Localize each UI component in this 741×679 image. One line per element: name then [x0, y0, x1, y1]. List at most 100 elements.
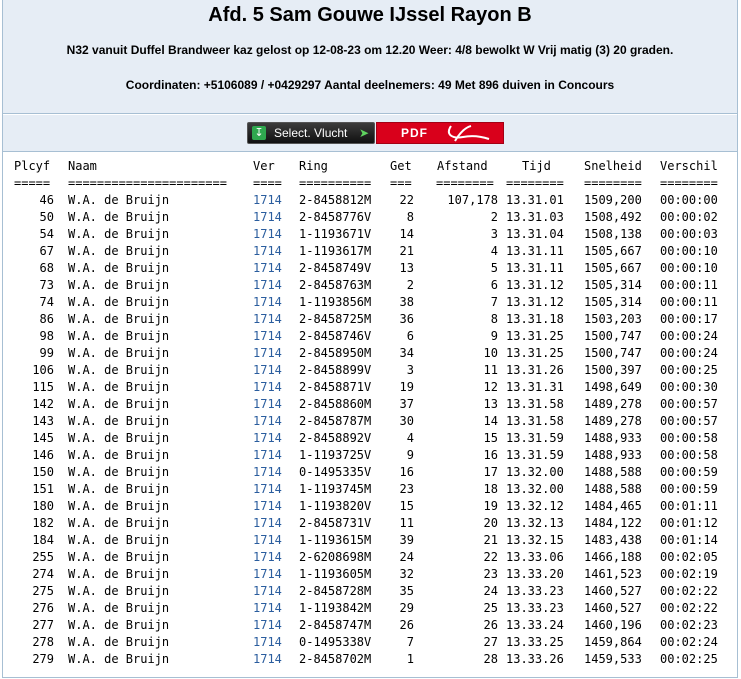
- cell-ver[interactable]: 1714: [253, 651, 282, 668]
- cell-snelheid: 1460,527: [584, 601, 642, 615]
- cell-ring: 1-1193856M: [299, 295, 372, 309]
- cell-tijd: 13.31.59: [506, 448, 564, 462]
- cell-ver[interactable]: 1714: [253, 413, 282, 430]
- cell-ver[interactable]: 1714: [253, 447, 282, 464]
- cell-ver[interactable]: 1714: [253, 464, 282, 481]
- cell-naam: W.A. de Bruijn: [68, 244, 170, 258]
- cell-ver[interactable]: 1714: [253, 328, 282, 345]
- cell-ver[interactable]: 1714: [253, 566, 282, 583]
- table-row: 150 W.A. de Bruijn 1714 0-1495335V 16 17 13.32…: [14, 464, 717, 481]
- cell-tijd: 13.31.04: [506, 227, 564, 241]
- cell-afstand: 26: [483, 618, 498, 632]
- toolbar: ↧ Select. Vlucht ➤ PDF: [3, 115, 737, 152]
- table-row: 182 W.A. de Bruijn 1714 2-8458731V 11 20 13.32…: [14, 515, 717, 532]
- cell-tijd: 13.31.26: [506, 363, 564, 377]
- cell-afstand: 10: [483, 346, 498, 360]
- cell-plcyf: 255: [32, 550, 54, 564]
- cell-tijd: 13.33.24: [506, 618, 564, 632]
- cell-afstand: 17: [483, 465, 498, 479]
- col-get: Get: [390, 159, 412, 173]
- cell-snelheid: 1460,527: [584, 584, 642, 598]
- cell-ver[interactable]: 1714: [253, 515, 282, 532]
- cell-ver[interactable]: 1714: [253, 617, 282, 634]
- cell-naam: W.A. de Bruijn: [68, 210, 170, 224]
- cell-afstand: 20: [483, 516, 498, 530]
- cell-afstand: 24: [483, 584, 498, 598]
- cell-verschil: 00:02:19: [660, 567, 718, 581]
- table-row: 98 W.A. de Bruijn 1714 2-8458746V 6 9 13.31.25…: [14, 328, 718, 345]
- cell-tijd: 13.31.11: [506, 244, 564, 258]
- cell-plcyf: 46: [39, 193, 54, 207]
- cell-ver[interactable]: 1714: [253, 362, 282, 379]
- cell-ver[interactable]: 1714: [253, 260, 282, 277]
- cell-plcyf: 99: [39, 346, 54, 360]
- table-row: 74 W.A. de Bruijn 1714 1-1193856M 38 7 13.31.1…: [14, 294, 718, 311]
- cell-plcyf: 50: [39, 210, 54, 224]
- table-row: 277 W.A. de Bruijn 1714 2-8458747M 26 26 13.33…: [14, 617, 717, 634]
- cell-naam: W.A. de Bruijn: [68, 499, 170, 513]
- cell-ver[interactable]: 1714: [253, 498, 282, 515]
- cell-ver[interactable]: 1714: [253, 226, 282, 243]
- cell-ver[interactable]: 1714: [253, 379, 282, 396]
- select-flight-button[interactable]: ↧ Select. Vlucht ➤: [247, 122, 375, 144]
- cell-afstand: 23: [483, 567, 498, 581]
- cell-tijd: 13.31.58: [506, 397, 564, 411]
- cell-afstand: 12: [483, 380, 498, 394]
- cell-naam: W.A. de Bruijn: [68, 584, 170, 598]
- cell-ver[interactable]: 1714: [253, 345, 282, 362]
- cell-ver[interactable]: 1714: [253, 311, 282, 328]
- cell-ver[interactable]: 1714: [253, 481, 282, 498]
- cell-plcyf: 145: [32, 431, 54, 445]
- table-row: 54 W.A. de Bruijn 1714 1-1193671V 14 3 13.31.0…: [14, 226, 718, 243]
- cell-naam: W.A. de Bruijn: [68, 516, 170, 530]
- pdf-button[interactable]: PDF: [376, 122, 504, 144]
- cell-get: 22: [399, 193, 414, 207]
- cell-ver[interactable]: 1714: [253, 277, 282, 294]
- cell-naam: W.A. de Bruijn: [68, 227, 170, 241]
- cell-ring: 1-1193820V: [299, 499, 372, 513]
- cell-plcyf: 73: [39, 278, 54, 292]
- cell-verschil: 00:00:30: [660, 380, 718, 394]
- cell-afstand: 22: [483, 550, 498, 564]
- cell-verschil: 00:00:57: [660, 397, 718, 411]
- cell-naam: W.A. de Bruijn: [68, 278, 170, 292]
- cell-get: 8: [406, 210, 414, 224]
- cell-snelheid: 1503,203: [584, 312, 642, 326]
- cell-ver[interactable]: 1714: [253, 532, 282, 549]
- cell-ver[interactable]: 1714: [253, 549, 282, 566]
- cell-tijd: 13.31.31: [506, 380, 564, 394]
- cell-tijd: 13.32.15: [506, 533, 564, 547]
- cell-plcyf: 151: [32, 482, 54, 496]
- table-row: 184 W.A. de Bruijn 1714 1-1193615M 39 21 13.32…: [14, 532, 717, 549]
- cell-ring: 1-1193671V: [299, 227, 372, 241]
- cell-tijd: 13.33.20: [506, 567, 564, 581]
- cell-ver[interactable]: 1714: [253, 396, 282, 413]
- cell-get: 3: [406, 363, 414, 377]
- cell-naam: W.A. de Bruijn: [68, 601, 170, 615]
- cell-ver[interactable]: 1714: [253, 430, 282, 447]
- cell-ver[interactable]: 1714: [253, 583, 282, 600]
- cell-afstand: 16: [483, 448, 498, 462]
- cell-plcyf: 180: [32, 499, 54, 513]
- col-plcyf: Plcyf: [14, 159, 51, 173]
- cell-tijd: 13.33.06: [506, 550, 564, 564]
- cell-ver[interactable]: 1714: [253, 243, 282, 260]
- cell-get: 32: [399, 567, 414, 581]
- sep-verschil: ========: [660, 176, 718, 190]
- cell-afstand: 2: [490, 210, 498, 224]
- cell-verschil: 00:01:12: [660, 516, 718, 530]
- cell-get: 35: [399, 584, 414, 598]
- cell-ver[interactable]: 1714: [253, 209, 282, 226]
- cell-tijd: 13.31.25: [506, 346, 564, 360]
- cell-verschil: 00:00:00: [660, 193, 718, 207]
- cell-tijd: 13.31.03: [506, 210, 564, 224]
- cell-ver[interactable]: 1714: [253, 600, 282, 617]
- cell-ver[interactable]: 1714: [253, 192, 282, 209]
- cell-ver[interactable]: 1714: [253, 294, 282, 311]
- table-row: 73 W.A. de Bruijn 1714 2-8458763M 2 6 13.31.12…: [14, 277, 718, 294]
- cell-verschil: 00:01:14: [660, 533, 718, 547]
- cell-ring: 2-8458702M: [299, 652, 372, 666]
- cell-naam: W.A. de Bruijn: [68, 363, 170, 377]
- table-row: 106 W.A. de Bruijn 1714 2-8458899V 3 11 13.31.…: [14, 362, 717, 379]
- cell-ver[interactable]: 1714: [253, 634, 282, 651]
